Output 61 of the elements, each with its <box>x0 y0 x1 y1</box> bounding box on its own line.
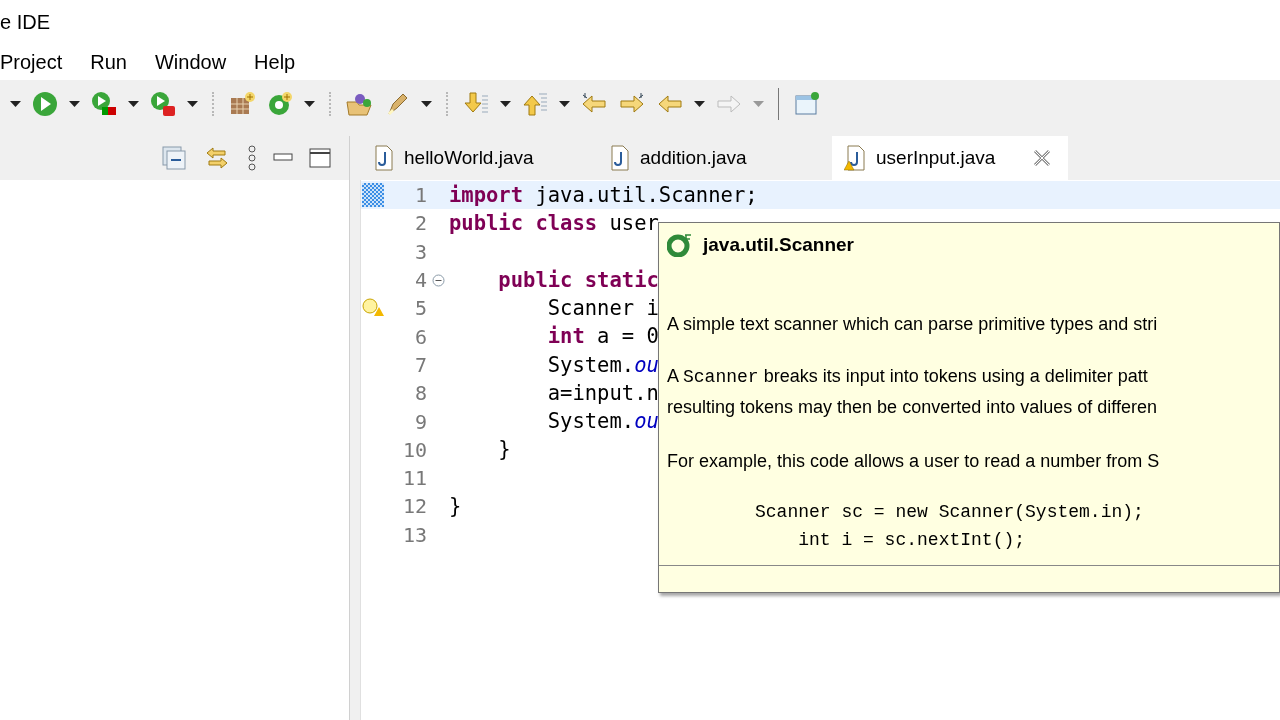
code-line: public class user <box>449 210 659 238</box>
maximize-icon[interactable] <box>309 148 331 168</box>
dropdown-caret-icon[interactable] <box>304 101 315 107</box>
line-number: 1 <box>414 182 427 210</box>
code-line: import java.util.Scanner; <box>449 181 758 209</box>
dropdown-caret-icon[interactable] <box>694 101 705 107</box>
view-menu-icon[interactable] <box>247 145 257 171</box>
change-ruler-marker <box>362 183 384 208</box>
new-class-icon[interactable] <box>266 90 294 118</box>
code-line: Scanner i <box>546 294 659 322</box>
collapse-icon[interactable] <box>432 273 445 287</box>
line-number: 9 <box>414 408 427 436</box>
menu-item[interactable]: Window <box>154 47 227 77</box>
popup-paragraph: resulting tokens may then be converted into values of differen <box>667 396 1158 419</box>
menu-item[interactable]: Project <box>0 47 63 77</box>
collapse-all-icon[interactable] <box>161 145 187 171</box>
code-line: public static <box>497 266 659 294</box>
code-example-line: int i = sc.nextInt(); <box>797 529 1027 552</box>
line-number: 13 <box>402 521 427 549</box>
code-line: } <box>449 493 462 521</box>
line-number: 11 <box>402 465 427 493</box>
window-title: e IDE <box>0 10 51 35</box>
previous-annotation-icon[interactable] <box>521 90 549 118</box>
editor-tab[interactable]: userInput.java <box>832 136 1068 180</box>
debug-run-icon[interactable] <box>90 90 118 118</box>
dropdown-caret-icon[interactable] <box>187 101 198 107</box>
line-number: 4 <box>414 267 427 295</box>
line-number: 3 <box>414 238 427 266</box>
code-example-line: Scanner sc = new Scanner(System.in); <box>754 501 1145 524</box>
menu-item[interactable]: Run <box>90 47 127 77</box>
editor-tab[interactable]: helloWorld.java <box>360 136 596 180</box>
line-number: 2 <box>414 210 427 238</box>
popup-paragraph: A Scanner breaks its input into tokens using a delimiter patt <box>667 365 1149 389</box>
line-number: 7 <box>414 351 427 379</box>
line-number: 8 <box>414 380 427 408</box>
line-number: 12 <box>402 493 427 521</box>
code-line: } <box>497 436 511 464</box>
line-number: 10 <box>402 436 427 464</box>
code-line: int a = 0 <box>546 323 659 351</box>
popup-paragraph: For example, this code allows a user to read a number from S <box>667 450 1161 473</box>
dropdown-caret-icon[interactable] <box>10 101 21 107</box>
dropdown-caret-icon[interactable] <box>559 101 570 107</box>
dropdown-caret-icon[interactable] <box>500 101 511 107</box>
line-number: 5 <box>414 295 427 323</box>
pin-editor-icon[interactable] <box>793 90 821 118</box>
dropdown-caret-icon[interactable] <box>421 101 432 107</box>
minimize-icon[interactable] <box>273 153 293 163</box>
line-number: 6 <box>414 323 427 351</box>
editor-tab[interactable]: addition.java <box>596 136 832 180</box>
code-line: System.ou <box>546 408 659 436</box>
popup-title: java.util.Scanner <box>703 232 854 257</box>
coverage-run-icon[interactable] <box>149 90 177 118</box>
run-icon[interactable] <box>31 90 59 118</box>
dropdown-caret-icon[interactable] <box>128 101 139 107</box>
dropdown-caret-icon[interactable] <box>69 101 80 107</box>
popup-paragraph: A simple text scanner which can parse primitive types and stri <box>667 313 1159 336</box>
code-line: System.ou <box>546 351 659 379</box>
close-icon[interactable] <box>1032 148 1052 168</box>
menu-item[interactable]: Help <box>254 47 296 77</box>
code-line: a=input.n <box>546 379 659 407</box>
class-icon <box>667 233 693 257</box>
